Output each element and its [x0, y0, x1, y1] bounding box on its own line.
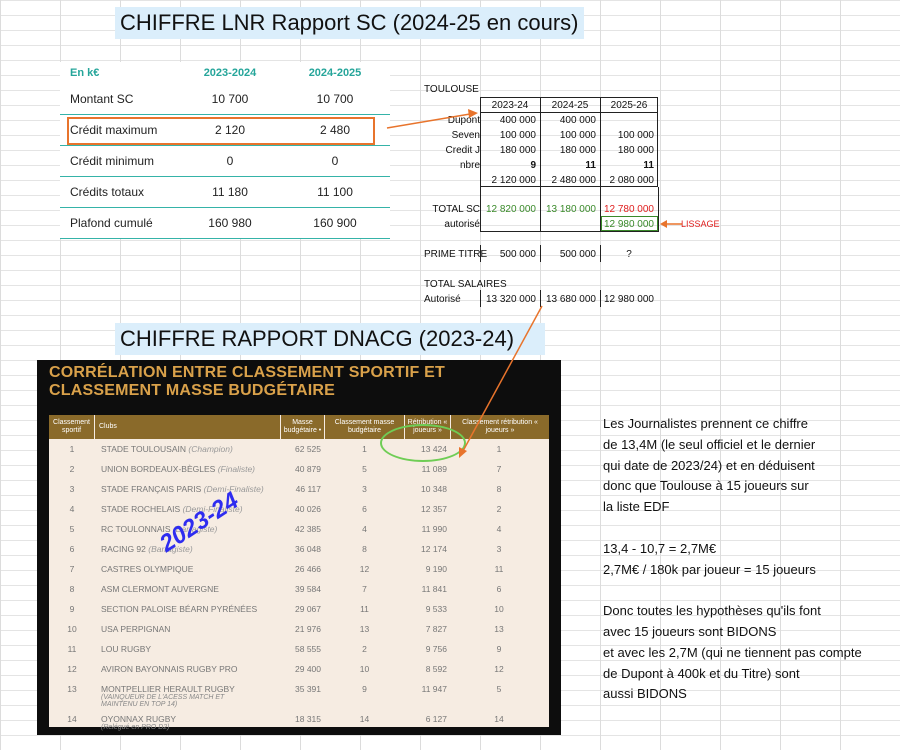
note-line: la liste EDF [603, 499, 670, 515]
note-line: Donc toutes les hypothèses qu'ils font [603, 603, 821, 619]
note-line: aussi BIDONS [603, 686, 687, 702]
note-line: de Dupont à 400k et du Titre) sont [603, 665, 800, 681]
note-line: Les Journalistes prennent ce chiffre [603, 416, 808, 431]
note-line: 13,4 - 10,7 = 2,7M€ [603, 540, 717, 556]
note-gap [603, 580, 893, 601]
note-line: donc que Toulouse à 15 joueurs sur [603, 478, 809, 494]
note-line: et avec les 2,7M (qui ne tiennent pas co… [603, 644, 862, 660]
arrow-icon [386, 109, 478, 129]
note-gap [603, 518, 893, 539]
note-line: avec 15 joueurs sont BIDONS [603, 623, 777, 639]
note-line: de 13,4M (le seul officiel et le dernier [603, 436, 816, 452]
note-line: 2,7M€ / 180k par joueur = 15 joueurs [603, 561, 816, 577]
arrow-icon [459, 305, 543, 458]
notes-text: Les Journalistes prennent ce chiffre de … [603, 414, 893, 705]
note-line: qui date de 2023/24) et en déduisent [603, 457, 815, 473]
